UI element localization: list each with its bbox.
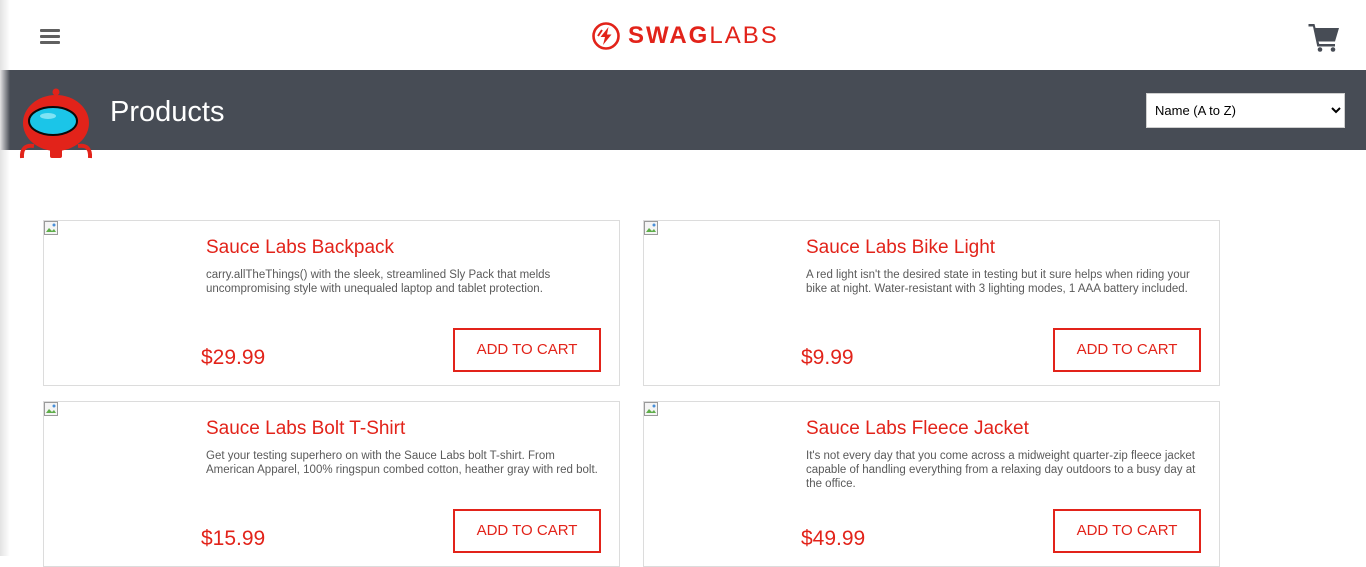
- product-description: carry.allTheThings() with the sleek, str…: [206, 269, 551, 295]
- broken-image-icon[interactable]: [644, 402, 660, 418]
- product-card: Sauce Labs Bike Light A red light isn't …: [643, 220, 1220, 386]
- product-card: Sauce Labs Bolt T-Shirt Get your testing…: [43, 401, 620, 567]
- add-to-cart-button[interactable]: ADD TO CART: [1053, 509, 1201, 553]
- product-price: $9.99: [801, 346, 854, 369]
- broken-image-icon[interactable]: [644, 221, 660, 237]
- product-name-link[interactable]: Sauce Labs Bike Light: [806, 236, 995, 260]
- product-description: Get your testing superhero on with the S…: [206, 450, 598, 476]
- product-name-link[interactable]: Sauce Labs Backpack: [206, 236, 394, 260]
- sort-dropdown[interactable]: Name (A to Z): [1146, 93, 1345, 128]
- add-to-cart-button[interactable]: ADD TO CART: [1053, 328, 1201, 372]
- product-description: A red light isn't the desired state in t…: [806, 269, 1190, 295]
- add-to-cart-button[interactable]: ADD TO CART: [453, 509, 601, 553]
- broken-image-icon[interactable]: [44, 402, 60, 418]
- add-to-cart-button[interactable]: ADD TO CART: [453, 328, 601, 372]
- hamburger-menu-icon[interactable]: [40, 29, 60, 45]
- top-header: SWAGLABS: [0, 0, 1366, 70]
- swag-labs-bolt-icon: [592, 22, 620, 50]
- product-card: Sauce Labs Fleece Jacket It's not every …: [643, 401, 1220, 567]
- product-name-link[interactable]: Sauce Labs Bolt T-Shirt: [206, 417, 405, 441]
- product-description: It's not every day that you come across …: [806, 450, 1196, 490]
- product-price: $29.99: [201, 346, 266, 369]
- logo-text-light: LABS: [709, 22, 779, 49]
- swag-labs-logo: SWAGLABS: [592, 21, 779, 51]
- product-price: $49.99: [801, 527, 866, 550]
- page-edge-shadow: [0, 0, 10, 556]
- robot-mascot-icon: [19, 88, 93, 159]
- product-card: Sauce Labs Backpack carry.allTheThings()…: [43, 220, 620, 386]
- shopping-cart-icon[interactable]: [1308, 22, 1340, 52]
- product-name-link[interactable]: Sauce Labs Fleece Jacket: [806, 417, 1029, 441]
- page-title: Products: [110, 96, 225, 128]
- logo-text-bold: SWAG: [628, 22, 710, 49]
- product-price: $15.99: [201, 527, 266, 550]
- broken-image-icon[interactable]: [44, 221, 60, 237]
